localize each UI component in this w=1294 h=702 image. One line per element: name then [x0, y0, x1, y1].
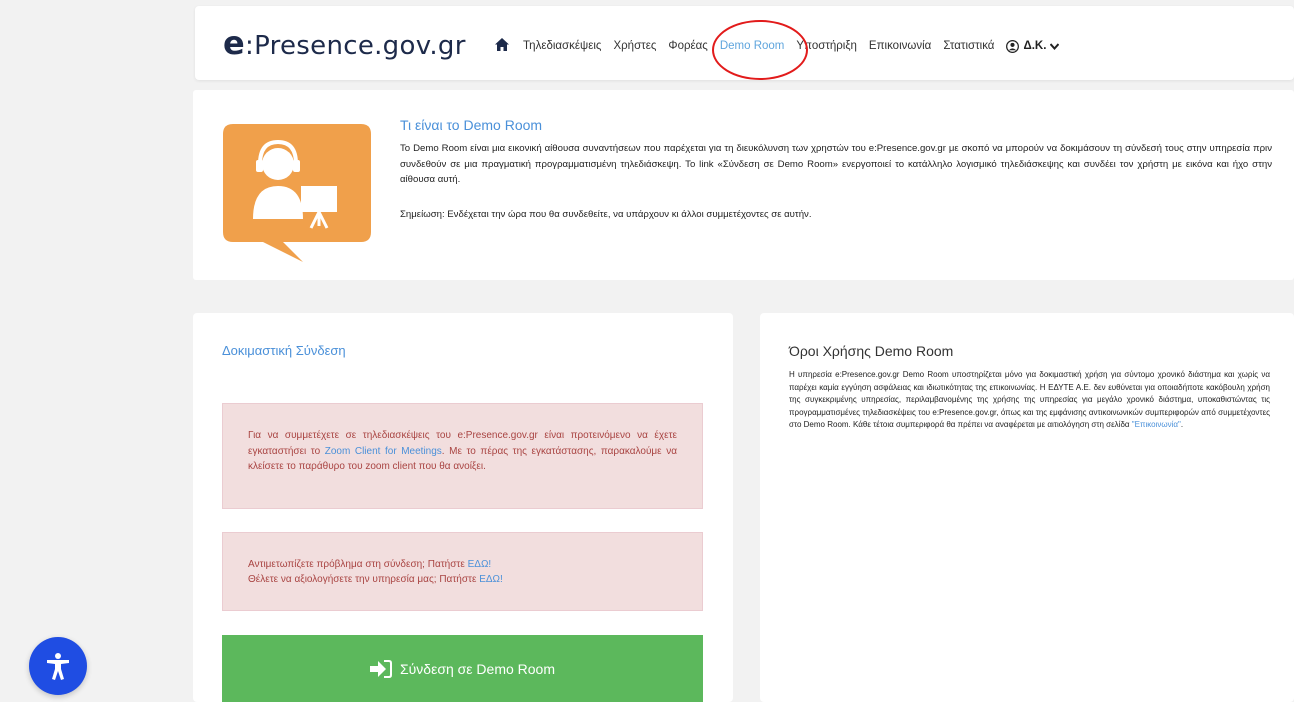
intro-title: Τι είναι το Demo Room [400, 117, 543, 133]
nav-organization[interactable]: Φορέας [668, 40, 707, 52]
site-logo[interactable]: e:Presence.gov.gr [223, 24, 466, 62]
nav-demo-room-wrapper: Demo Room [711, 20, 808, 80]
evaluate-text: Θέλετε να αξιολογήσετε την υπηρεσία μας;… [248, 574, 480, 585]
problem-text: Αντιμετωπίζετε πρόβλημα στη σύνδεση; Πατ… [248, 559, 468, 570]
nav-contact[interactable]: Επικοινωνία [869, 40, 931, 52]
brand-e: e [223, 24, 246, 62]
zoom-client-link[interactable]: Zoom Client for Meetings [325, 446, 442, 457]
evaluate-link[interactable]: ΕΔΩ! [479, 574, 503, 585]
help-alert: Αντιμετωπίζετε πρόβλημα στη σύνδεση; Πατ… [222, 532, 703, 611]
accessibility-icon [47, 653, 69, 680]
terms-text: Η υπηρεσία e:Presence.gov.gr Demo Room υ… [789, 369, 1270, 432]
terms-title: Όροι Χρήσης Demo Room [789, 343, 954, 359]
demo-room-intro-card: Τι είναι το Demo Room Το Demo Room είναι… [193, 90, 1294, 280]
chevron-down-icon [1050, 42, 1060, 50]
zoom-client-alert: Για να συμμετέχετε σε τηλεδιασκέψεις του… [222, 403, 703, 509]
main-nav: Τηλεδιασκέψεις Χρήστες Φορέας Demo Room … [495, 20, 1060, 80]
problem-link[interactable]: ΕΔΩ! [468, 559, 492, 570]
home-link[interactable] [495, 38, 511, 54]
accessibility-button[interactable] [29, 637, 87, 695]
sign-in-icon [369, 659, 392, 678]
nav-statistics[interactable]: Στατιστικά [943, 40, 994, 52]
intro-description: Το Demo Room είναι μια εικονική αίθουσα … [400, 143, 1272, 185]
user-menu[interactable]: Δ.Κ. [1006, 39, 1060, 53]
test-connection-card: Δοκιμαστική Σύνδεση Για να συμμετέχετε σ… [193, 313, 733, 702]
home-icon [495, 38, 509, 51]
support-agent-icon [223, 124, 371, 262]
highlight-annotation-circle [711, 20, 808, 80]
problem-line: Αντιμετωπίζετε πρόβλημα στη σύνδεση; Πατ… [248, 557, 677, 572]
user-circle-icon [1006, 39, 1020, 53]
brand-name: :Presence.gov.gr [245, 31, 466, 61]
top-navbar: e:Presence.gov.gr Τηλεδιασκέψεις Χρήστες… [195, 6, 1294, 80]
user-initials: Δ.Κ. [1023, 40, 1047, 52]
nav-users[interactable]: Χρήστες [613, 40, 656, 52]
evaluate-line: Θέλετε να αξιολογήσετε την υπηρεσία μας;… [248, 572, 677, 587]
intro-note: Σημείωση: Ενδέχεται την ώρα που θα συνδε… [400, 209, 812, 220]
connect-button-label: Σύνδεση σε Demo Room [399, 660, 555, 677]
connect-demo-room-button[interactable]: Σύνδεση σε Demo Room [222, 635, 703, 702]
terms-of-use-card: Όροι Χρήσης Demo Room Η υπηρεσία e:Prese… [760, 313, 1294, 702]
terms-end: . [1180, 420, 1184, 429]
nav-teleconferences[interactable]: Τηλεδιασκέψεις [523, 40, 601, 52]
terms-body: Η υπηρεσία e:Presence.gov.gr Demo Room υ… [789, 370, 1270, 429]
test-connection-title: Δοκιμαστική Σύνδεση [222, 343, 346, 358]
contact-link[interactable]: "Επικοινωνία" [1132, 420, 1181, 429]
